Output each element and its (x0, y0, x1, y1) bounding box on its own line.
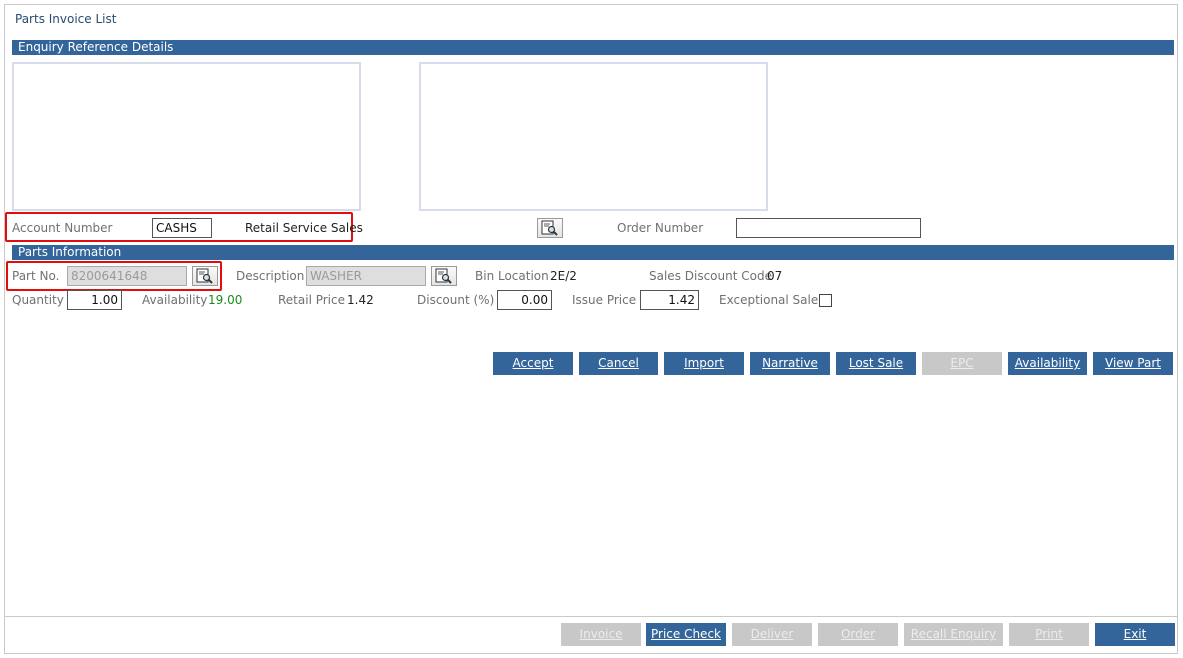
enquiry-reference-box-right (419, 62, 768, 211)
account-number-input[interactable]: CASHS (152, 218, 212, 238)
view-part-button[interactable]: View Part (1093, 352, 1173, 375)
sales-discount-code-label: Sales Discount Code (649, 269, 772, 283)
enquiry-section-header: Enquiry Reference Details (12, 40, 1174, 55)
recall-enquiry-button[interactable]: Recall Enquiry (904, 623, 1003, 646)
invoice-button[interactable]: Invoice (561, 623, 641, 646)
import-button[interactable]: Import (664, 352, 744, 375)
retail-price-label: Retail Price (278, 293, 345, 307)
discount-input[interactable]: 0.00 (497, 290, 552, 310)
print-button[interactable]: Print (1009, 623, 1089, 646)
lost-sale-button[interactable]: Lost Sale (836, 352, 916, 375)
price-check-button[interactable]: Price Check (646, 623, 726, 646)
cancel-button[interactable]: Cancel (579, 352, 658, 375)
parts-section-header: Parts Information (12, 245, 1174, 260)
sales-discount-code-value: 07 (767, 269, 783, 283)
availability-value: 19.00 (208, 293, 243, 307)
bin-location-value: 2E/2 (550, 269, 577, 283)
page-title: Parts Invoice List (15, 12, 117, 26)
quantity-label: Quantity (12, 293, 64, 307)
issue-price-label: Issue Price (572, 293, 637, 307)
description-label: Description (236, 269, 305, 283)
enquiry-reference-box-left (12, 62, 361, 211)
deliver-button[interactable]: Deliver (732, 623, 812, 646)
exceptional-sale-checkbox[interactable] (819, 294, 832, 307)
description-lookup-button[interactable] (431, 266, 457, 286)
search-document-icon (541, 220, 558, 236)
account-number-label: Account Number (12, 221, 113, 235)
description-input[interactable]: WASHER (306, 266, 426, 286)
order-number-label: Order Number (617, 221, 704, 235)
exceptional-sale-label: Exceptional Sale (719, 293, 819, 307)
discount-label: Discount (%) (417, 293, 495, 307)
availability-label: Availability (142, 293, 208, 307)
search-document-icon (196, 268, 213, 284)
part-no-input[interactable]: 8200641648 (67, 266, 187, 286)
retail-price-value: 1.42 (347, 293, 374, 307)
accept-button[interactable]: Accept (493, 352, 573, 375)
part-lookup-button[interactable] (192, 266, 218, 286)
exit-button[interactable]: Exit (1095, 623, 1175, 646)
bin-location-label: Bin Location (475, 269, 549, 283)
account-lookup-button[interactable] (537, 218, 563, 238)
epc-button[interactable]: EPC (922, 352, 1002, 375)
footer-divider (4, 616, 1178, 617)
part-no-label: Part No. (12, 269, 60, 283)
availability-button[interactable]: Availability (1008, 352, 1087, 375)
quantity-input[interactable]: 1.00 (67, 290, 122, 310)
narrative-button[interactable]: Narrative (750, 352, 830, 375)
order-button[interactable]: Order (818, 623, 898, 646)
search-document-icon (435, 268, 452, 284)
order-number-input[interactable] (736, 218, 921, 238)
issue-price-input[interactable]: 1.42 (640, 290, 699, 310)
account-name: Retail Service Sales (245, 221, 363, 235)
